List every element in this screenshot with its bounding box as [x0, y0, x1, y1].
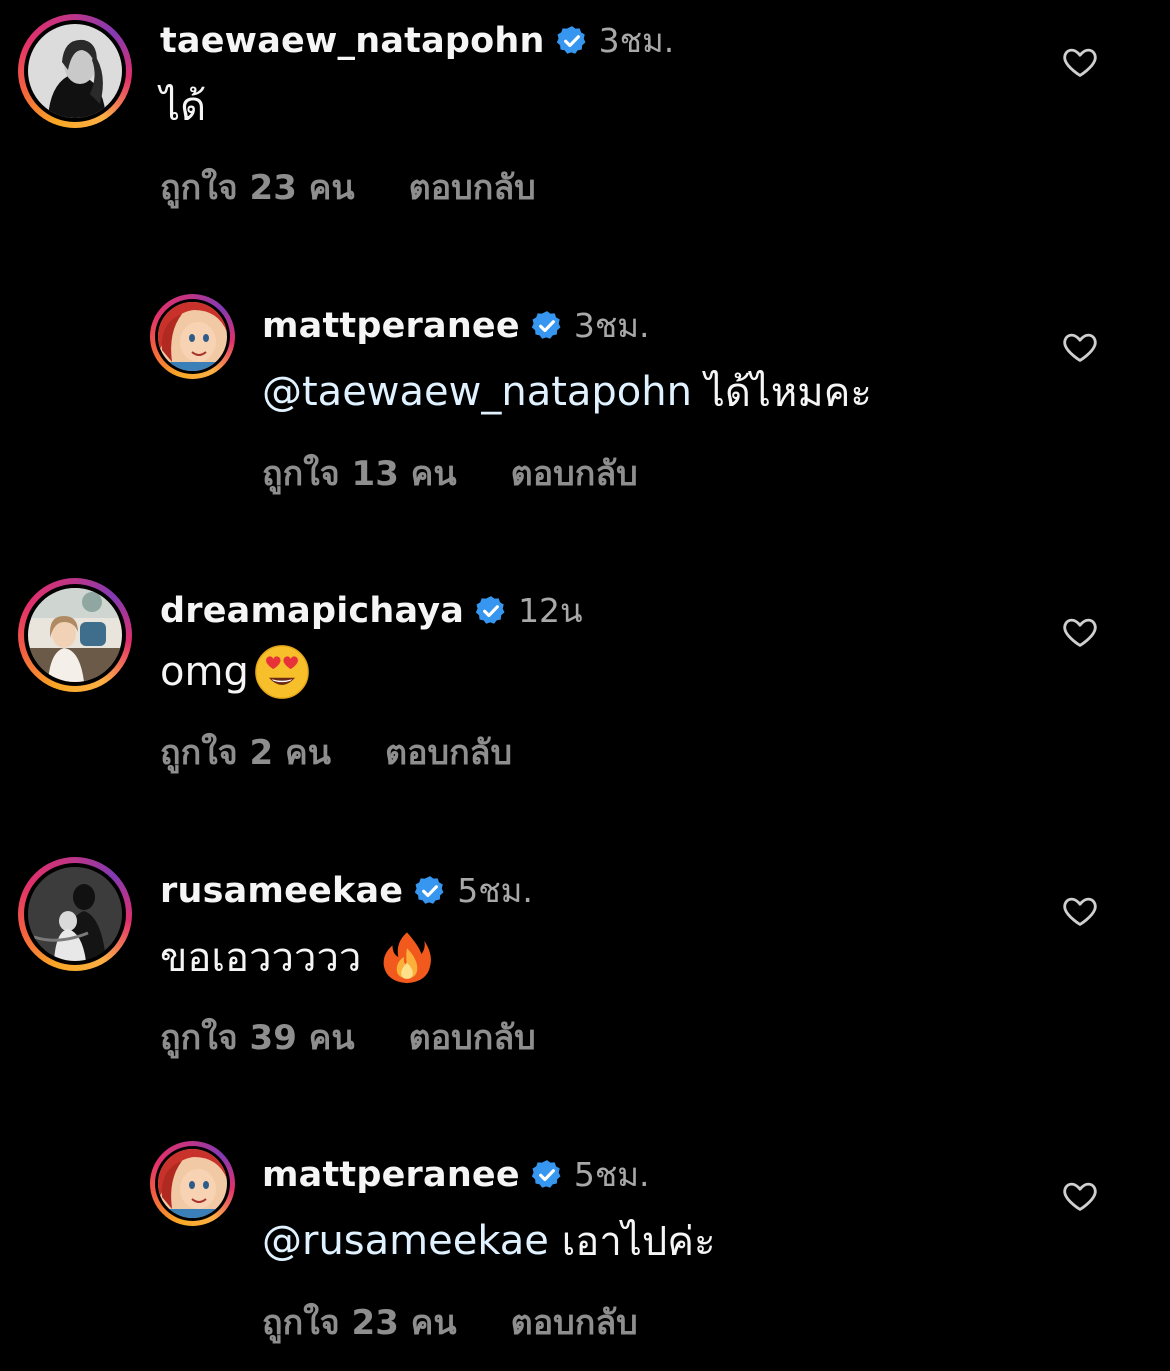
- verified-badge-icon: [555, 24, 589, 58]
- reply-button[interactable]: ตอบกลับ: [409, 1010, 536, 1064]
- heart-outline-icon[interactable]: [1061, 43, 1099, 81]
- heart-outline-icon[interactable]: [1061, 613, 1099, 651]
- comment-time: 3ชม.: [573, 306, 650, 345]
- reply-button[interactable]: ตอบกลับ: [511, 446, 638, 500]
- username[interactable]: mattperanee: [262, 306, 520, 346]
- username[interactable]: taewaew_natapohn: [160, 21, 545, 61]
- comment-text: ได้ไหมคะ: [691, 370, 872, 416]
- heart-outline-icon[interactable]: [1061, 328, 1099, 366]
- username[interactable]: dreamapichaya: [160, 591, 464, 631]
- verified-badge-icon: [530, 1158, 564, 1192]
- reply-button[interactable]: ตอบกลับ: [385, 725, 512, 779]
- verified-badge-icon: [474, 594, 508, 628]
- likes-count[interactable]: ถูกใจ 2 คน: [160, 725, 331, 779]
- likes-count[interactable]: ถูกใจ 23 คน: [262, 1295, 457, 1349]
- username[interactable]: rusameekae: [160, 871, 403, 911]
- likes-count[interactable]: ถูกใจ 39 คน: [160, 1010, 355, 1064]
- fire-emoji: [378, 928, 436, 986]
- comment-text: ได้: [160, 84, 207, 130]
- comment-time: 5ชม.: [573, 1155, 650, 1194]
- likes-count[interactable]: ถูกใจ 23 คน: [160, 160, 355, 214]
- verified-badge-icon: [413, 874, 447, 908]
- reply-button[interactable]: ตอบกลับ: [409, 160, 536, 214]
- username[interactable]: mattperanee: [262, 1155, 520, 1195]
- heart-outline-icon[interactable]: [1061, 1177, 1099, 1215]
- comment-time: 3ชม.: [598, 21, 675, 60]
- avatar[interactable]: [28, 588, 122, 682]
- likes-count[interactable]: ถูกใจ 13 คน: [262, 446, 457, 500]
- avatar[interactable]: [158, 302, 227, 371]
- reply-button[interactable]: ตอบกลับ: [511, 1295, 638, 1349]
- comment-text: ขอเอววววว: [160, 935, 375, 981]
- avatar[interactable]: [28, 24, 122, 118]
- comment-text: เอาไปค่ะ: [548, 1219, 716, 1265]
- verified-badge-icon: [530, 309, 564, 343]
- comment-time: 12น: [518, 591, 583, 630]
- mention-link[interactable]: @rusameekae: [262, 1218, 549, 1264]
- heart-eyes-emoji: [253, 643, 311, 701]
- avatar[interactable]: [28, 867, 122, 961]
- mention-link[interactable]: @taewaew_natapohn: [262, 369, 692, 415]
- comment-time: 5ชม.: [457, 871, 533, 910]
- heart-outline-icon[interactable]: [1061, 892, 1099, 930]
- avatar[interactable]: [158, 1149, 227, 1218]
- comment-text: omg: [160, 649, 249, 695]
